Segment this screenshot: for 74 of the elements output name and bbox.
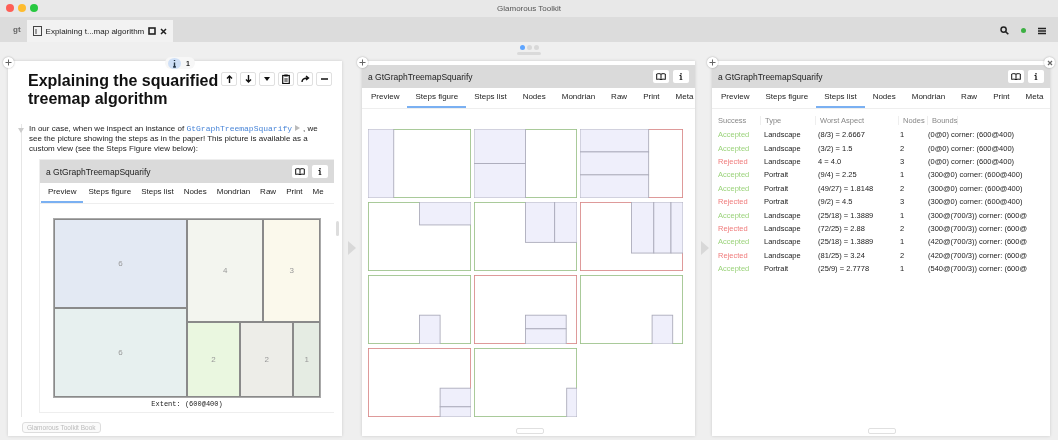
view-tab[interactable]: Steps list — [816, 88, 865, 108]
view-tab[interactable]: Mondrian — [553, 88, 604, 108]
node-label: 3 — [289, 266, 294, 276]
view-tab[interactable]: Print — [635, 88, 668, 108]
view-tab[interactable]: Print — [281, 183, 308, 203]
view-tab[interactable]: Preview — [41, 183, 84, 203]
node-label: 6 — [118, 259, 123, 268]
inspect-button[interactable] — [673, 70, 689, 83]
node-label: 4 — [222, 266, 228, 276]
close-pane-button[interactable] — [1044, 57, 1055, 68]
node-label: 6 — [118, 348, 123, 357]
node-label: 2 — [264, 355, 269, 365]
info-icon — [1034, 73, 1038, 80]
view-tab[interactable]: Steps figure — [407, 88, 467, 108]
search-icon[interactable] — [1000, 26, 1009, 35]
move-up-button[interactable] — [221, 72, 237, 86]
view-tab[interactable]: Raw — [603, 88, 636, 108]
view-tab[interactable]: Nodes — [178, 183, 212, 203]
page-dot[interactable] — [519, 45, 525, 50]
dropdown-button[interactable] — [259, 72, 275, 86]
redo-arrow-icon — [300, 75, 310, 83]
view-tab[interactable]: Raw — [953, 88, 986, 108]
class-link[interactable]: GtGraphTreemapSquarify — [186, 124, 293, 133]
remove-button[interactable] — [316, 72, 332, 86]
node-label: 2 — [211, 355, 216, 365]
view-tab[interactable]: Raw — [255, 183, 282, 203]
info-icon — [679, 73, 683, 80]
clipboard-button[interactable] — [278, 72, 294, 86]
view-tab[interactable]: Nodes — [864, 88, 904, 108]
page-icon — [32, 26, 42, 36]
menu-icon[interactable] — [1038, 26, 1046, 35]
status-dot-icon — [1021, 28, 1026, 33]
page-title: Explaining the squarified treemap algorithm — [28, 72, 220, 108]
view-tab[interactable]: Preview — [713, 88, 758, 108]
page-tab[interactable]: Explaining t...map algorithm — [26, 20, 174, 42]
view-tab[interactable]: Steps list — [466, 88, 515, 108]
book-button[interactable] — [1008, 70, 1024, 83]
view-tab[interactable]: Nodes — [514, 88, 554, 108]
view-title: a GtGraphTreemapSquarify — [46, 166, 151, 177]
view-tab[interactable]: Steps figure — [757, 88, 817, 108]
inspect-button[interactable] — [1028, 70, 1044, 83]
close-icon[interactable] — [160, 27, 168, 35]
view-tab[interactable]: Mondrian — [211, 183, 256, 203]
view-title: a GtGraphTreemapSquarify — [368, 71, 473, 82]
move-down-button[interactable] — [240, 72, 256, 86]
inspect-button[interactable] — [312, 165, 328, 178]
arrow-down-icon — [244, 75, 252, 83]
arrow-up-icon — [225, 75, 233, 83]
add-icon[interactable] — [707, 57, 718, 68]
redo-button[interactable] — [297, 72, 313, 86]
app-logo[interactable]: gt — [13, 25, 21, 34]
book-button[interactable] — [292, 165, 308, 178]
clipboard-icon — [282, 74, 290, 84]
view-tab[interactable]: Steps list — [136, 183, 179, 203]
book-button[interactable] — [653, 70, 669, 83]
view-tab[interactable]: Meta — [1017, 88, 1052, 108]
view-title: a GtGraphTreemapSquarify — [718, 71, 823, 82]
window-title: Glamorous Toolkit — [497, 4, 561, 13]
info-icon — [318, 168, 322, 175]
view-tab[interactable]: Steps figure — [83, 183, 137, 203]
add-icon[interactable] — [357, 57, 368, 68]
minus-icon — [320, 78, 328, 80]
view-tab[interactable]: Preview — [363, 88, 408, 108]
node-label: 1 — [304, 355, 309, 365]
page-dot[interactable] — [526, 45, 532, 50]
view-tab[interactable]: Mondrian — [903, 88, 954, 108]
view-tab[interactable]: Meta — [667, 88, 702, 108]
maximize-icon[interactable] — [148, 27, 157, 35]
view-tab[interactable]: Me — [307, 183, 329, 203]
add-icon[interactable] — [3, 57, 14, 68]
caret-icon — [264, 77, 270, 81]
paragraph: In our case, when we inspect an instance of GtGraphTreemapSquarify , we see the picture showing the steps as in the paper! This picture is available as a custom view (see the Steps Figure view below): — [29, 124, 319, 154]
view-tab[interactable]: Print — [985, 88, 1018, 108]
info-icon — [168, 57, 181, 69]
